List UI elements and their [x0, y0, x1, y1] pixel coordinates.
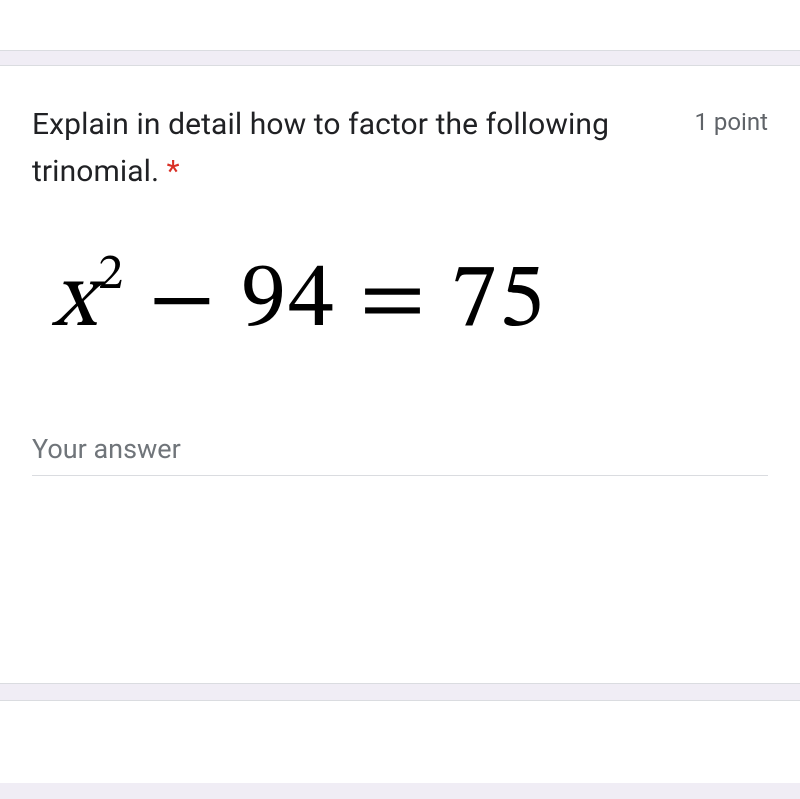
equation-display: x2 − 94 = 75	[52, 255, 768, 347]
equation-exponent: 2	[98, 250, 125, 301]
equation-minus: −	[149, 255, 217, 347]
question-text: Explain in detail how to factor the foll…	[32, 102, 670, 195]
required-asterisk: *	[167, 154, 180, 189]
equation-equals: =	[359, 255, 427, 347]
card-gap	[0, 50, 800, 66]
equation-rhs: 75	[451, 255, 546, 347]
question-prompt: Explain in detail how to factor the foll…	[32, 107, 609, 189]
points-label: 1 point	[694, 102, 768, 136]
question-header: Explain in detail how to factor the foll…	[32, 102, 768, 195]
top-card-edge	[0, 0, 800, 50]
question-card: Explain in detail how to factor the foll…	[0, 66, 800, 683]
equation-variable: x	[52, 255, 98, 347]
equation-constant: 94	[241, 255, 336, 347]
answer-input[interactable]	[32, 427, 768, 476]
bottom-card-edge	[0, 701, 800, 783]
card-gap-bottom	[0, 683, 800, 701]
